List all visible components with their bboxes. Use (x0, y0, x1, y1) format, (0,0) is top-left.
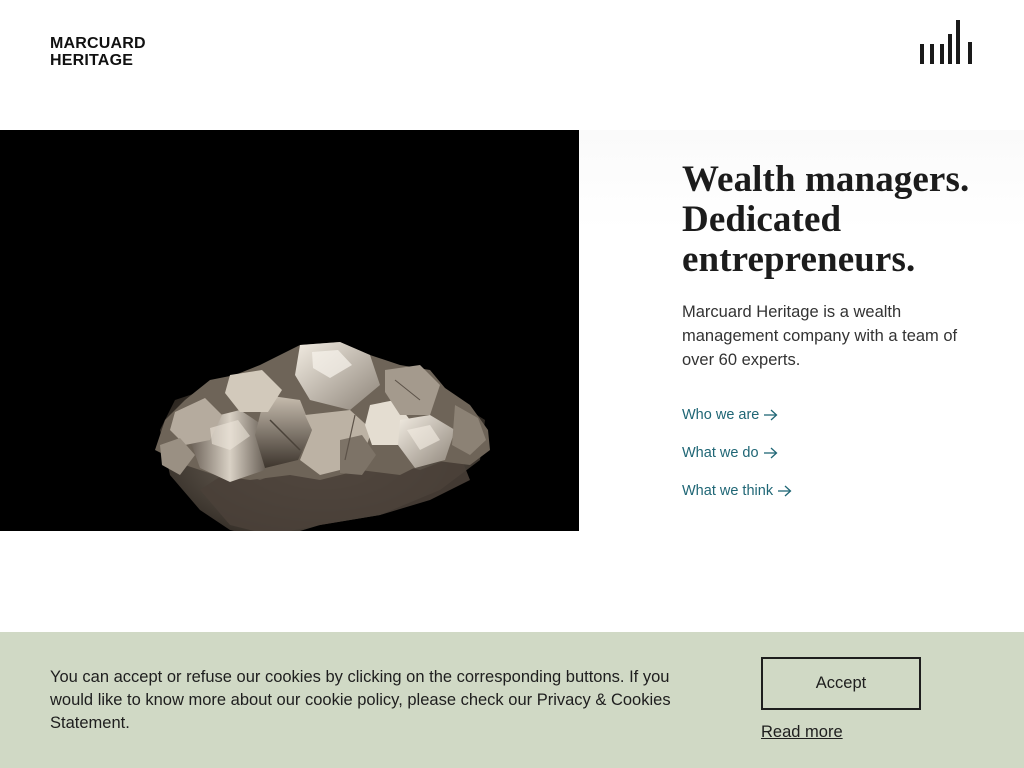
menu-bar (968, 42, 972, 64)
headline-line-2: Dedicated (682, 199, 842, 240)
logo-line-1: MARCUARD (50, 35, 146, 52)
link-label: What we do (682, 445, 759, 461)
headline-line-1: Wealth managers. (682, 159, 970, 200)
hero-links: Who we are What we do What we think (682, 403, 982, 517)
arrow-right-icon (764, 409, 778, 421)
link-who-we-are[interactable]: Who we are (682, 403, 982, 427)
menu-bars-icon[interactable] (918, 18, 976, 66)
logo[interactable]: MARCUARD HERITAGE (50, 35, 146, 69)
menu-bar (956, 20, 960, 64)
page: MARCUARD HERITAGE Wealth managers. Dedic… (0, 0, 1024, 768)
menu-bar (948, 34, 952, 64)
cookie-text: You can accept or refuse our cookies by … (50, 668, 671, 732)
read-more-link[interactable]: Read more (761, 721, 843, 743)
hero-image (0, 130, 579, 531)
arrow-right-icon (763, 447, 778, 459)
menu-bar (930, 44, 934, 64)
menu-bar (940, 44, 944, 64)
pyrite-mineral-photo (155, 342, 490, 531)
menu-bar (920, 44, 924, 64)
link-label: What we think (682, 483, 774, 499)
cookie-banner: You can accept or refuse our cookies by … (0, 632, 1024, 768)
accept-button[interactable]: Accept (761, 657, 921, 710)
link-label: Who we are (682, 407, 760, 423)
hero-headline: Wealth managers. Dedicated entrepreneurs… (682, 160, 1002, 280)
headline-line-3: entrepreneurs. (682, 239, 916, 280)
arrow-right-icon (778, 485, 792, 497)
link-what-we-do[interactable]: What we do (682, 441, 982, 465)
logo-line-2: HERITAGE (50, 52, 134, 69)
link-what-we-think[interactable]: What we think (682, 479, 982, 503)
hero-intro: Marcuard Heritage is a wealth management… (682, 303, 958, 369)
